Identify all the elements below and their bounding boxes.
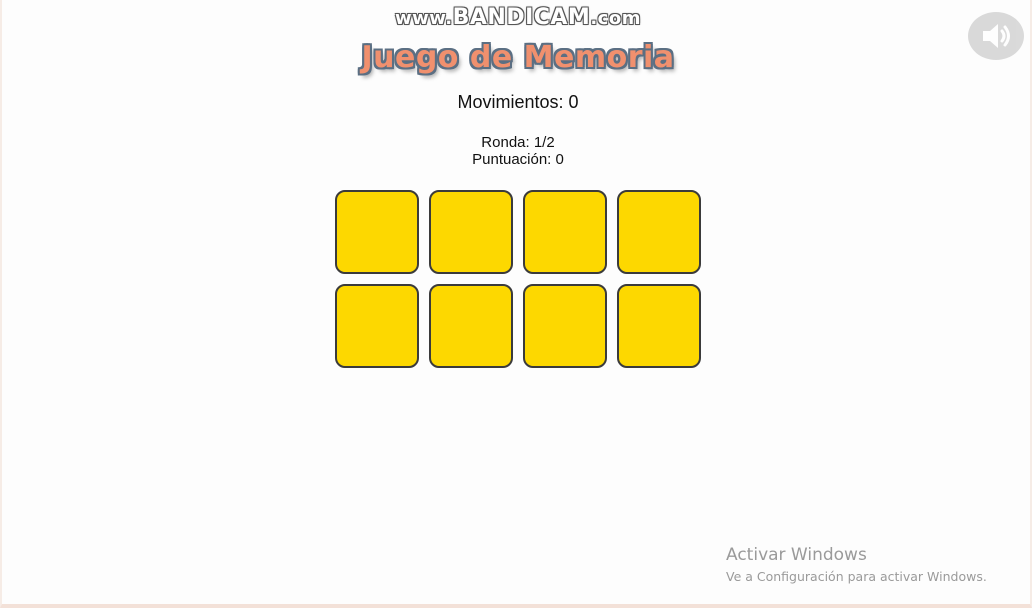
watermark-prefix: www. <box>395 8 453 29</box>
memory-card[interactable] <box>523 284 607 368</box>
windows-activation-notice: Activar Windows Ve a Configuración para … <box>726 544 987 586</box>
watermark-brand: BANDICAM <box>452 5 591 30</box>
round-indicator: Ronda: 1/2 <box>481 134 555 151</box>
memory-card[interactable] <box>429 284 513 368</box>
game-title: Juego de Memoria <box>361 40 675 75</box>
memory-card[interactable] <box>523 190 607 274</box>
memory-card[interactable] <box>617 190 701 274</box>
game-page: www.BANDICAM.com Juego de Memoria Movimi… <box>0 0 1032 608</box>
bandicam-watermark: www.BANDICAM.com <box>2 5 1032 30</box>
activation-subtitle: Ve a Configuración para activar Windows. <box>726 569 987 584</box>
card-grid <box>335 190 701 368</box>
memory-card[interactable] <box>429 190 513 274</box>
watermark-suffix: .com <box>590 8 641 29</box>
memory-card[interactable] <box>335 190 419 274</box>
memory-card[interactable] <box>617 284 701 368</box>
score-indicator: Puntuación: 0 <box>472 151 564 168</box>
moves-counter: Movimientos: 0 <box>457 92 579 112</box>
game-stats: Ronda: 1/2 Puntuación: 0 <box>2 134 1032 168</box>
memory-card[interactable] <box>335 284 419 368</box>
activation-title: Activar Windows <box>726 545 867 565</box>
